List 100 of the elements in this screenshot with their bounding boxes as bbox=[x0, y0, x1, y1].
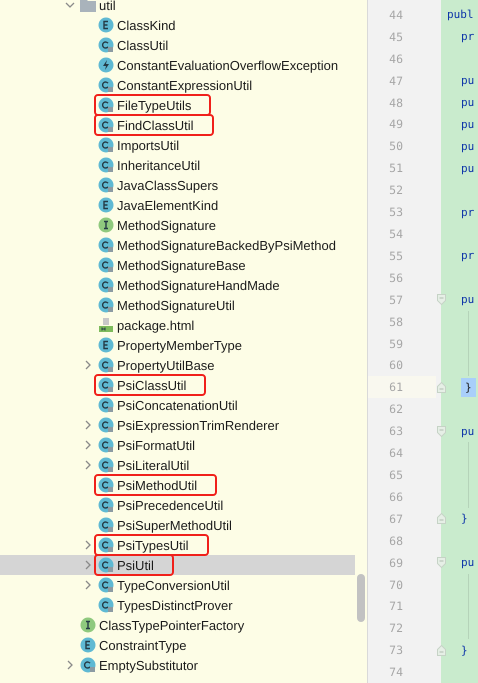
tree-item-label: ClassTypePointerFactory bbox=[99, 618, 244, 632]
tree-row[interactable]: PsiMethodUtil bbox=[0, 475, 355, 495]
tree-row[interactable]: InheritanceUtil bbox=[0, 155, 355, 175]
scrollbar-thumb[interactable] bbox=[357, 574, 365, 622]
tree-item-label: MethodSignature bbox=[117, 218, 216, 232]
class-icon bbox=[80, 657, 96, 673]
class-icon bbox=[98, 397, 114, 413]
class-icon bbox=[98, 237, 114, 253]
tree-item-label: PsiSuperMethodUtil bbox=[117, 518, 232, 532]
line-number: 55 bbox=[388, 248, 403, 263]
fold-marker-icon[interactable] bbox=[436, 513, 446, 524]
chevron-right-icon[interactable] bbox=[65, 660, 75, 670]
tree-item-label: EmptySubstitutor bbox=[99, 658, 198, 672]
line-number: 58 bbox=[388, 314, 403, 329]
code-text: pr bbox=[461, 206, 474, 219]
code-text: pu bbox=[461, 118, 474, 131]
tree-row[interactable]: PropertyMemberType bbox=[0, 335, 355, 355]
chevron-right-icon[interactable] bbox=[83, 360, 93, 370]
line-number: 60 bbox=[388, 358, 403, 372]
tree-row[interactable]: PsiExpressionTrimRenderer bbox=[0, 415, 355, 435]
tree-row[interactable]: ClassTypePointerFactory bbox=[0, 615, 355, 635]
class-icon bbox=[98, 577, 114, 593]
tree-item-label: ClassKind bbox=[117, 18, 176, 32]
chevron-down-icon[interactable] bbox=[65, 0, 75, 10]
tree-row[interactable]: MethodSignatureUtil bbox=[0, 295, 355, 315]
tree-item-label: ConstraintType bbox=[99, 638, 186, 652]
fold-marker-icon[interactable] bbox=[436, 557, 446, 568]
tree-row[interactable]: PsiUtil bbox=[0, 555, 355, 575]
tree-item-label: PsiClassUtil bbox=[117, 378, 186, 392]
tree-row[interactable]: FindClassUtil bbox=[0, 115, 355, 135]
tree-item-label: PsiUtil bbox=[117, 558, 154, 572]
tree-row[interactable]: JavaClassSupers bbox=[0, 175, 355, 195]
tree-row[interactable]: ImportsUtil bbox=[0, 135, 355, 155]
tree-item-label: InheritanceUtil bbox=[117, 158, 200, 172]
tree-row[interactable]: EmptySubstitutor bbox=[0, 655, 355, 675]
tree-row[interactable]: ConstantExpressionUtil bbox=[0, 75, 355, 95]
fold-marker-icon[interactable] bbox=[436, 426, 446, 437]
tree-row[interactable]: MethodSignatureBase bbox=[0, 255, 355, 275]
tree-row[interactable]: FileTypeUtils bbox=[0, 95, 355, 115]
tree-item-label: ConstantEvaluationOverflowException bbox=[117, 58, 338, 72]
tree-item-label: PsiConcatenationUtil bbox=[117, 398, 238, 412]
line-number: 45 bbox=[388, 30, 403, 44]
tree-row[interactable]: PsiLiteralUtil bbox=[0, 455, 355, 475]
tree-item-label: MethodSignatureBackedByPsiMethod bbox=[117, 238, 336, 252]
tree-row[interactable]: ClassUtil bbox=[0, 35, 355, 55]
tree-row[interactable]: package.html bbox=[0, 315, 355, 335]
tree-row[interactable]: PsiSuperMethodUtil bbox=[0, 515, 355, 535]
html-file-icon bbox=[98, 317, 114, 333]
tree-row[interactable]: ConstantEvaluationOverflowException bbox=[0, 55, 355, 75]
tree-row[interactable]: MethodSignature bbox=[0, 215, 355, 235]
tree-row[interactable]: PropertyUtilBase bbox=[0, 355, 355, 375]
tree-item-label: PsiPrecedenceUtil bbox=[117, 498, 224, 512]
code-text: pu bbox=[461, 140, 474, 153]
code-text: pu bbox=[461, 74, 474, 88]
tree-item-label: PsiExpressionTrimRenderer bbox=[117, 418, 280, 432]
code-text: } bbox=[461, 378, 476, 397]
tree-item-label: ClassUtil bbox=[117, 38, 168, 52]
tree-row[interactable]: PsiFormatUtil bbox=[0, 435, 355, 455]
interface-icon bbox=[98, 217, 114, 233]
tree-row[interactable]: util bbox=[0, 0, 355, 15]
class-icon bbox=[98, 157, 114, 173]
fold-marker-icon[interactable] bbox=[436, 644, 446, 656]
tree-row[interactable]: PsiClassUtil bbox=[0, 375, 355, 395]
line-number: 64 bbox=[388, 446, 403, 460]
line-number: 62 bbox=[388, 402, 403, 416]
code-text: pr bbox=[461, 249, 474, 262]
interface-icon bbox=[80, 617, 96, 633]
tree-row[interactable]: JavaElementKind bbox=[0, 195, 355, 215]
line-number: 49 bbox=[388, 117, 403, 132]
tree-item-label: MethodSignatureBase bbox=[117, 258, 246, 272]
tree-row[interactable]: ClassKind bbox=[0, 15, 355, 35]
class-icon bbox=[98, 597, 114, 613]
tree-row[interactable]: TypeConversionUtil bbox=[0, 575, 355, 595]
line-number: 56 bbox=[388, 270, 403, 285]
tree-row[interactable]: TypesDistinctProver bbox=[0, 595, 355, 615]
tree-item-label: JavaClassSupers bbox=[117, 178, 218, 192]
code-text: pr bbox=[461, 30, 474, 44]
class-icon bbox=[98, 437, 114, 453]
tree-row[interactable]: ConstraintType bbox=[0, 635, 355, 655]
tree-item-label: package.html bbox=[117, 318, 194, 332]
line-number: 59 bbox=[388, 336, 403, 351]
class-icon bbox=[98, 537, 114, 553]
tree-item-label: TypeConversionUtil bbox=[117, 578, 230, 592]
class-icon bbox=[98, 257, 114, 273]
tree-row[interactable]: PsiPrecedenceUtil bbox=[0, 495, 355, 515]
tree-row[interactable]: MethodSignatureBackedByPsiMethod bbox=[0, 235, 355, 255]
code-text: pu bbox=[461, 293, 474, 306]
line-number: 74 bbox=[388, 665, 403, 680]
tree-item-label: PsiLiteralUtil bbox=[117, 458, 190, 472]
class-icon bbox=[98, 277, 114, 293]
tree-item-label: PropertyUtilBase bbox=[117, 358, 215, 372]
tree-item-label: ConstantExpressionUtil bbox=[117, 78, 252, 92]
line-number: 52 bbox=[388, 183, 403, 198]
line-number: 70 bbox=[388, 578, 403, 592]
tree-row[interactable]: MethodSignatureHandMade bbox=[0, 275, 355, 295]
enum-icon bbox=[98, 197, 114, 213]
fold-marker-icon[interactable] bbox=[436, 382, 446, 393]
fold-marker-icon[interactable] bbox=[436, 294, 446, 306]
line-number: 61 bbox=[388, 380, 403, 394]
tree-row[interactable]: PsiConcatenationUtil bbox=[0, 395, 355, 415]
